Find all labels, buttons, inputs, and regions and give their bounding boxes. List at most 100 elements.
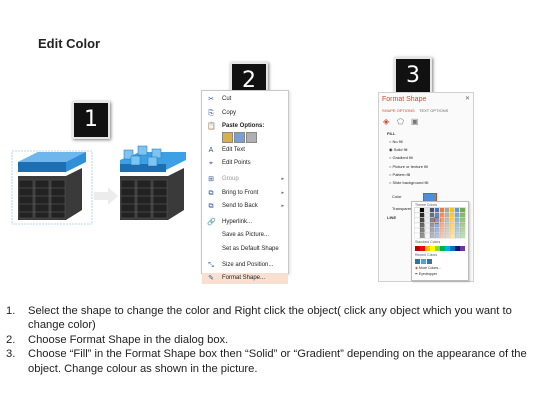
blue-slab-right (120, 145, 186, 172)
fill-icon[interactable]: ◈ (383, 117, 389, 126)
fill-option-radio[interactable]: ○ Gradient fill (389, 155, 413, 160)
menu-item-cut[interactable]: ✂ Cut (202, 94, 288, 105)
menu-item-edit-points[interactable]: ⌖ Edit Points (202, 158, 288, 169)
menu-item-format-shape[interactable]: ✎ Format Shape... (202, 273, 288, 285)
more-colors-label: More Colors... (419, 266, 442, 270)
menu-item-label: Cut (222, 96, 232, 102)
eyedropper-item[interactable]: ✒ Eyedropper (415, 272, 437, 276)
menu-item-hyperlink[interactable]: 🔗 Hyperlink... (202, 217, 288, 228)
instruction-text: Choose Format Shape in the dialog box. (28, 333, 229, 346)
send-back-icon: ⧉ (208, 203, 214, 211)
menu-item-group[interactable]: ⊞ Group ▸ (202, 174, 288, 185)
server-rack-left (18, 168, 82, 220)
edit-text-icon: A (208, 146, 214, 154)
more-colors-item[interactable]: ◉ More Colors... (415, 266, 441, 270)
fill-option-radio[interactable]: ○ Slide background fill (389, 180, 428, 185)
scissors-icon: ✂ (208, 96, 214, 103)
fill-section[interactable]: FILL (387, 131, 395, 136)
instruction-number: 1. (6, 305, 16, 317)
menu-item-label: Bring to Front (222, 189, 259, 196)
step-badge-1: 1 (72, 101, 110, 139)
standard-colors-label: Standard Colors (415, 240, 441, 244)
effects-icon[interactable]: ⬠ (397, 117, 404, 126)
menu-item-label: Copy (222, 109, 237, 116)
group-icon: ⊞ (208, 176, 214, 183)
blue-slab-left (18, 152, 86, 172)
menu-item-send-to-back[interactable]: ⧉ Send to Back ▸ (202, 201, 288, 212)
submenu-arrow-icon: ▸ (281, 203, 284, 210)
menu-item-label: Send to Back (222, 203, 258, 210)
menu-item-bring-to-front[interactable]: ⧉ Bring to Front ▸ (202, 188, 288, 199)
fill-option-label: Slide background fill (392, 180, 429, 185)
menu-item-edit-text[interactable]: A Edit Text (202, 145, 288, 156)
hyperlink-icon: 🔗 (207, 218, 216, 226)
submenu-arrow-icon: ▸ (281, 189, 284, 196)
bring-front-icon: ⧉ (208, 189, 214, 197)
tab-shape-options[interactable]: SHAPE OPTIONS (382, 108, 415, 113)
recent-color-swatch[interactable] (421, 259, 426, 264)
size-icon[interactable]: ▣ (411, 117, 419, 126)
pane-close-icon[interactable]: ✕ (465, 95, 470, 102)
format-shape-pane: Format Shape ✕ SHAPE OPTIONS TEXT OPTION… (378, 92, 474, 282)
eyedropper-icon: ✒ (415, 272, 418, 276)
recent-colors-label: Recent Colors (415, 253, 438, 257)
menu-item-save-as-picture[interactable]: Save as Picture... (202, 230, 288, 241)
paste-option-icon[interactable] (246, 132, 257, 144)
paste-option-icon[interactable] (234, 132, 245, 144)
menu-item-label: Size and Position... (222, 261, 274, 268)
menu-item-copy[interactable]: ⎘ Copy (202, 108, 288, 119)
line-section[interactable]: LINE (387, 215, 396, 220)
menu-item-paste-options[interactable]: 📋 Paste Options: (202, 121, 288, 132)
fill-option-radio[interactable]: ○ Pattern fill (389, 172, 410, 177)
fill-option-label: Gradient fill (392, 155, 413, 161)
instructions-list: 1. Select the shape to change the color a… (6, 304, 551, 376)
recent-color-swatch[interactable] (427, 259, 432, 264)
fill-option-label: Pattern fill (392, 171, 411, 177)
theme-colors-label: Theme Colors (415, 203, 437, 207)
color-swatch[interactable] (459, 232, 466, 239)
menu-item-size-and-position[interactable]: ⤡ Size and Position... (202, 260, 288, 271)
instruction-text: Choose “Fill” in the Format Shape box th… (28, 348, 527, 375)
paste-icon: 📋 (207, 123, 216, 131)
instruction-number: 2. (6, 333, 16, 346)
eyedropper-label: Eyedropper (418, 272, 438, 276)
format-shape-icon: ✎ (208, 275, 214, 283)
fill-option-radio[interactable]: ○ No fill (389, 139, 403, 144)
copy-icon: ⎘ (208, 109, 214, 117)
edit-points-icon: ⌖ (209, 160, 213, 168)
menu-item-label: Group (222, 176, 239, 182)
context-menu: ✂ Cut ⎘ Copy 📋 Paste Options: A Edit Text ⌖ Edit … (201, 90, 289, 285)
paste-option-icon[interactable] (222, 132, 233, 144)
step-badge-3: 3 (394, 57, 432, 95)
menu-item-label: Edit Points (222, 160, 251, 167)
recent-color-swatch[interactable] (415, 259, 420, 264)
instruction-text: Select the shape to change the color and… (28, 305, 512, 332)
size-icon: ⤡ (208, 261, 214, 269)
fill-option-radio[interactable]: ◉ Solid fill (389, 147, 407, 152)
submenu-arrow-icon: ▸ (281, 176, 284, 182)
tab-text-options[interactable]: TEXT OPTIONS (419, 108, 448, 113)
color-label: Color (392, 194, 402, 199)
instruction-number: 3. (6, 348, 16, 361)
instruction-item: 2. Choose Format Shape in the dialog box. (6, 333, 551, 347)
pane-title: Format Shape (382, 96, 427, 103)
fill-option-label: Picture or texture fill (392, 163, 428, 169)
menu-item-set-as-default-shape[interactable]: Set as Default Shape (202, 244, 288, 255)
fill-option-label: No fill (392, 139, 403, 144)
menu-item-label: Format Shape... (222, 275, 266, 282)
standard-color-swatch[interactable] (460, 246, 465, 251)
server-illustration (11, 145, 186, 225)
instruction-item: 3. Choose “Fill” in the Format Shape box … (6, 347, 551, 376)
color-palette: Theme Colors Standard Colors Recent Colo… (411, 201, 469, 281)
menu-item-label: Edit Text (222, 146, 245, 153)
menu-item-label: Hyperlink... (222, 218, 253, 225)
palette-icon: ◉ (415, 266, 419, 270)
menu-item-label: Save as Picture... (222, 232, 270, 239)
instruction-item: 1. Select the shape to change the color a… (6, 304, 551, 333)
server-rack-right (120, 168, 184, 220)
arrow-icon (94, 187, 118, 205)
menu-item-label: Set as Default Shape (222, 246, 279, 252)
menu-item-label: Paste Options: (222, 123, 265, 130)
fill-option-radio[interactable]: ○ Picture or texture fill (389, 164, 428, 169)
fill-option-label: Solid fill (393, 147, 408, 153)
